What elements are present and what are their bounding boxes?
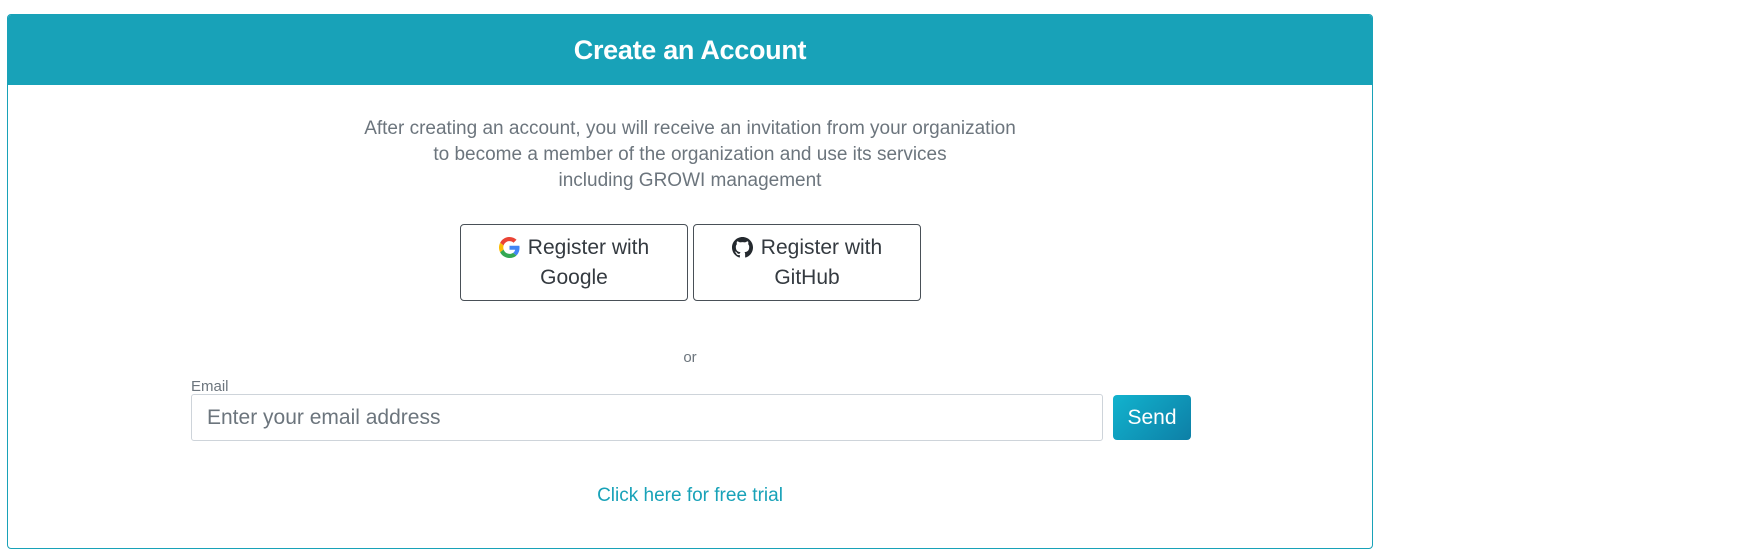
intro-line: including GROWI management	[558, 170, 822, 191]
email-label: Email	[191, 378, 229, 395]
create-account-card: Create an Account After creating an acco…	[7, 14, 1373, 549]
card-header: Create an Account	[8, 15, 1372, 85]
register-google-button[interactable]: Register with Google	[460, 224, 688, 301]
github-icon	[731, 237, 753, 258]
or-divider: or	[683, 349, 697, 366]
intro-text: After creating an account, you will rece…	[8, 116, 1372, 194]
card-title: Create an Account	[573, 34, 807, 65]
send-button[interactable]: Send	[1113, 395, 1191, 440]
social-register-buttons: Register with Google Register with GitHu…	[460, 224, 921, 301]
register-github-label-provider: GitHub	[774, 265, 840, 289]
intro-line: to become a member of the organization a…	[433, 144, 947, 165]
register-github-label: Register with	[760, 235, 883, 259]
free-trial-container: Click here for free trial	[8, 485, 1372, 507]
google-icon	[498, 237, 520, 258]
email-input[interactable]	[191, 394, 1103, 441]
intro-line: After creating an account, you will rece…	[364, 118, 1016, 139]
register-google-label-provider: Google	[540, 265, 608, 289]
free-trial-link[interactable]: Click here for free trial	[597, 485, 783, 506]
register-google-label: Register with	[527, 235, 650, 259]
register-github-button[interactable]: Register with GitHub	[693, 224, 921, 301]
